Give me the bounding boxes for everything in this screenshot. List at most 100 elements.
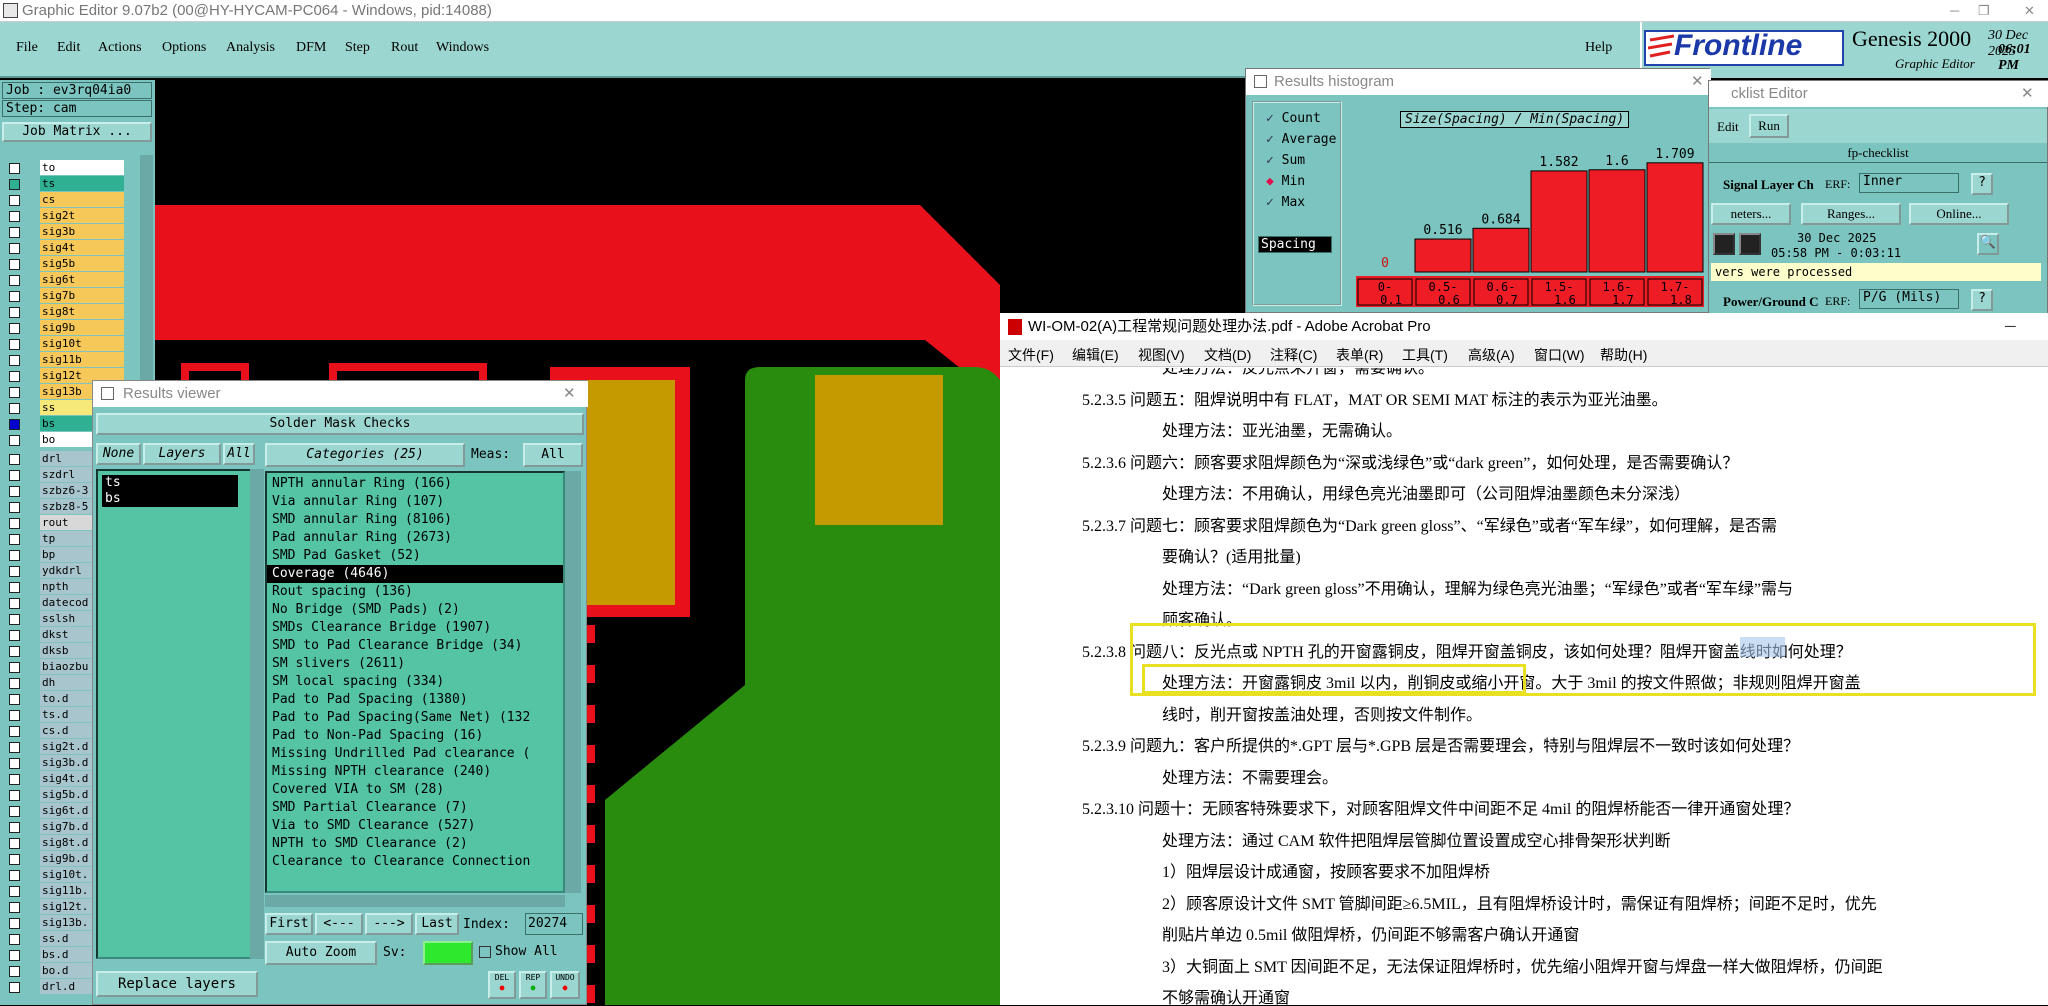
first-button[interactable]: First bbox=[265, 913, 313, 935]
online-button[interactable]: Online... bbox=[1909, 203, 2009, 225]
histogram-bar[interactable] bbox=[1472, 227, 1530, 273]
run-check-icon[interactable] bbox=[1739, 233, 1761, 255]
layer-list-scrollbar[interactable] bbox=[250, 469, 264, 959]
layer-checkbox[interactable] bbox=[9, 291, 20, 302]
layer-checkbox[interactable] bbox=[9, 534, 20, 545]
layer-checkbox[interactable] bbox=[9, 758, 20, 769]
layer-checkbox[interactable] bbox=[9, 435, 20, 446]
layer-row-sig3b[interactable]: sig3b bbox=[0, 224, 155, 240]
category-item[interactable]: Via to SMD Clearance (527) bbox=[267, 817, 563, 835]
layer-checkbox[interactable] bbox=[9, 211, 20, 222]
layer-checkbox[interactable] bbox=[9, 243, 20, 254]
help-button-1[interactable]: ? bbox=[1971, 173, 1993, 195]
sv-color-dropdown[interactable] bbox=[423, 941, 473, 965]
layer-name[interactable]: sig5b bbox=[40, 256, 124, 271]
layer-checkbox[interactable] bbox=[9, 371, 20, 382]
result-layer-ts[interactable]: ts bbox=[102, 475, 238, 491]
undo-button[interactable]: UNDO ● bbox=[550, 971, 580, 999]
layer-checkbox[interactable] bbox=[9, 566, 20, 577]
pdf-menu-item[interactable]: 编辑(E) bbox=[1072, 345, 1119, 365]
layer-checkbox[interactable] bbox=[9, 918, 20, 929]
layer-name[interactable]: sig10t bbox=[40, 336, 124, 351]
layer-checkbox[interactable] bbox=[9, 662, 20, 673]
menu-file[interactable]: File bbox=[16, 40, 38, 56]
menu-options[interactable]: Options bbox=[162, 40, 206, 56]
histogram-bar[interactable] bbox=[1646, 162, 1704, 273]
minimize-icon[interactable]: ─ bbox=[1950, 0, 1959, 22]
layer-row-sig7b[interactable]: sig7b bbox=[0, 288, 155, 304]
category-scrollbar[interactable] bbox=[565, 471, 581, 893]
show-all-checkbox[interactable] bbox=[479, 946, 491, 958]
pdf-menu-item[interactable]: 表单(R) bbox=[1336, 345, 1383, 365]
category-item[interactable]: No Bridge (SMD Pads) (2) bbox=[267, 601, 563, 619]
pdf-menu-item[interactable]: 窗口(W) bbox=[1534, 345, 1585, 365]
layer-checkbox[interactable] bbox=[9, 726, 20, 737]
category-item[interactable]: SM local spacing (334) bbox=[267, 673, 563, 691]
pdf-menu-item[interactable]: 注释(C) bbox=[1270, 345, 1317, 365]
pdf-menu-item[interactable]: 视图(V) bbox=[1138, 345, 1185, 365]
layer-checkbox[interactable] bbox=[9, 710, 20, 721]
pdf-menu-item[interactable]: 工具(T) bbox=[1402, 345, 1448, 365]
layer-name[interactable]: ts bbox=[40, 176, 124, 191]
layer-checkbox[interactable] bbox=[9, 550, 20, 561]
job-matrix-button[interactable]: Job Matrix ... bbox=[2, 122, 152, 142]
category-list[interactable]: NPTH annular Ring (166) Via annular Ring … bbox=[265, 471, 565, 893]
layer-checkbox[interactable] bbox=[9, 163, 20, 174]
category-item[interactable]: Missing NPTH clearance (240) bbox=[267, 763, 563, 781]
category-item[interactable]: Covered VIA to SM (28) bbox=[267, 781, 563, 799]
layer-name[interactable]: sig8t bbox=[40, 304, 124, 319]
pdf-menu-item[interactable]: 高级(A) bbox=[1468, 345, 1515, 365]
menu-help-label[interactable]: Help bbox=[1585, 40, 1612, 56]
category-item[interactable]: Rout spacing (136) bbox=[267, 583, 563, 601]
erf-value-1[interactable]: Inner bbox=[1859, 173, 1959, 193]
layer-checkbox[interactable] bbox=[9, 307, 20, 318]
solder-mask-checks-header[interactable]: Solder Mask Checks bbox=[96, 413, 584, 435]
none-button[interactable]: None bbox=[96, 443, 141, 465]
categories-button[interactable]: Categories (25) bbox=[265, 443, 465, 467]
layer-checkbox[interactable] bbox=[9, 179, 20, 190]
layer-checkbox[interactable] bbox=[9, 854, 20, 865]
checklist-menu-edit[interactable]: Edit bbox=[1717, 119, 1739, 135]
layer-name[interactable]: sig9b bbox=[40, 320, 124, 335]
category-item[interactable]: Clearance to Clearance Connection bbox=[267, 853, 563, 871]
signal-layer-check[interactable]: Signal Layer Ch bbox=[1723, 177, 1814, 193]
layer-checkbox[interactable] bbox=[9, 950, 20, 961]
layer-checkbox[interactable] bbox=[9, 614, 20, 625]
layer-checkbox[interactable] bbox=[9, 886, 20, 897]
layer-row-sig6t[interactable]: sig6t bbox=[0, 272, 155, 288]
layer-name[interactable]: sig2t bbox=[40, 208, 124, 223]
layer-checkbox[interactable] bbox=[9, 934, 20, 945]
layer-checkbox[interactable] bbox=[9, 902, 20, 913]
layer-checkbox[interactable] bbox=[9, 323, 20, 334]
histogram-option-max[interactable]: ✓ Max bbox=[1266, 195, 1305, 210]
layer-checkbox[interactable] bbox=[9, 470, 20, 481]
layer-checkbox[interactable] bbox=[9, 387, 20, 398]
layer-checkbox[interactable] bbox=[9, 275, 20, 286]
layer-checkbox[interactable] bbox=[9, 822, 20, 833]
layer-checkbox[interactable] bbox=[9, 790, 20, 801]
layer-name[interactable]: sig4t bbox=[40, 240, 124, 255]
close-icon[interactable]: ✕ bbox=[563, 381, 576, 407]
layer-checkbox[interactable] bbox=[9, 355, 20, 366]
layer-results-list[interactable]: ts bs bbox=[96, 469, 252, 959]
layer-checkbox[interactable] bbox=[9, 806, 20, 817]
restore-icon[interactable]: ❐ bbox=[1978, 0, 1990, 22]
layer-checkbox[interactable] bbox=[9, 454, 20, 465]
layer-checkbox[interactable] bbox=[9, 630, 20, 641]
layer-checkbox[interactable] bbox=[9, 403, 20, 414]
category-item[interactable]: Pad annular Ring (2673) bbox=[267, 529, 563, 547]
menu-windows[interactable]: Windows bbox=[436, 40, 489, 56]
category-item[interactable]: Coverage (4646) bbox=[267, 565, 563, 583]
layer-row-sig5b[interactable]: sig5b bbox=[0, 256, 155, 272]
category-item[interactable]: SMD Pad Gasket (52) bbox=[267, 547, 563, 565]
category-item[interactable]: Via annular Ring (107) bbox=[267, 493, 563, 511]
menu-dfm[interactable]: DFM bbox=[296, 40, 326, 56]
close-icon[interactable]: ✕ bbox=[2024, 0, 2035, 22]
layer-checkbox[interactable] bbox=[9, 742, 20, 753]
prev-button[interactable]: <--- bbox=[315, 913, 363, 935]
minimize-icon[interactable]: ─ bbox=[2005, 313, 2016, 340]
layer-checkbox[interactable] bbox=[9, 694, 20, 705]
histogram-bar[interactable] bbox=[1414, 238, 1472, 273]
layer-row-sig4t[interactable]: sig4t bbox=[0, 240, 155, 256]
layer-checkbox[interactable] bbox=[9, 259, 20, 270]
